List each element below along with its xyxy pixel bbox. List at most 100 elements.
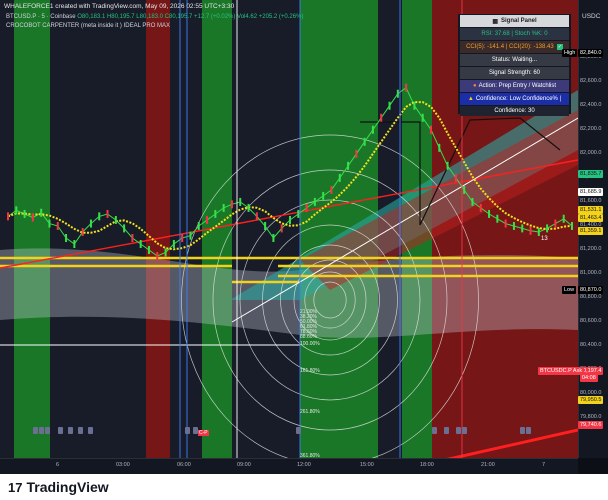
chart-title: WHALEFORCE1 created with TradingView.com…: [4, 3, 235, 10]
price-candle: [89, 219, 92, 228]
y-tick-label: 81,200.0: [580, 246, 602, 253]
event-chip: [78, 427, 83, 434]
price-candle: [446, 161, 449, 170]
price-candle: [571, 221, 573, 230]
indicator-name[interactable]: CROCOBOT CARPENTER (meta inside it ) IDE…: [6, 23, 170, 29]
y-tick-label: 82,400.0: [580, 101, 602, 108]
price-candle: [56, 221, 59, 230]
symbol-ohlc-line: BTCUSD.P · 5 · Coinbase O80,183.1 H80,19…: [6, 14, 303, 20]
price-candle: [371, 125, 374, 134]
price-candle: [504, 219, 507, 228]
y-tick-label: 81,600.0: [580, 197, 602, 204]
signal-panel-title: ▦ Signal Panel: [460, 15, 569, 27]
price-candle: [347, 161, 350, 170]
ohlc-values: O80,183.1 H80,195.7 L80,183.0 C80,195.7 …: [77, 14, 304, 20]
cci-row: CCI(5): -141.4 | CCI(20): -138.43 ✓: [460, 41, 569, 53]
x-tick-label: 6: [56, 462, 60, 468]
price-candle: [197, 221, 200, 230]
marker-count: 13: [541, 236, 548, 242]
price-candle: [131, 234, 134, 242]
price-candle: [148, 246, 150, 255]
event-chip: [45, 427, 50, 434]
price-candle: [139, 240, 142, 249]
price-candle: [255, 212, 258, 221]
price-candle: [537, 227, 540, 236]
rsi-row: RSI: 37.68 | Stoch %K: 0: [460, 28, 569, 40]
side-label: Low: [562, 285, 577, 294]
price-candle: [322, 191, 325, 200]
y-tick-label: 80,400.0: [580, 342, 602, 349]
event-chip: [185, 427, 190, 434]
x-tick-label: 7: [542, 462, 546, 468]
price-candle: [114, 215, 117, 224]
zone-band: [170, 0, 202, 458]
price-candle: [181, 234, 184, 242]
symbol-name[interactable]: BTCUSD.P · 5 · Coinbase: [6, 14, 76, 20]
price-candle: [330, 185, 333, 194]
tv-logo-icon: 17: [8, 479, 23, 495]
price-candle: [355, 149, 358, 158]
price-candle: [239, 197, 242, 206]
price-candle: [313, 197, 316, 206]
y-tick-label: 80,600.0: [580, 318, 602, 325]
currency-label[interactable]: USDC: [582, 13, 600, 20]
price-candle: [438, 143, 441, 152]
price-candle: [264, 221, 267, 230]
price-candle: [512, 221, 515, 230]
price-label: 81,531.1: [578, 206, 604, 215]
zone-band: [14, 0, 50, 458]
price-candle: [23, 209, 26, 218]
panel-icon: ▦: [492, 18, 498, 25]
fib-label: 88.60%: [300, 334, 317, 340]
x-tick-label: 21:00: [481, 462, 495, 468]
x-tick-label: 03:00: [116, 462, 130, 468]
signal-panel: ▦ Signal Panel RSI: 37.68 | Stoch %K: 0 …: [458, 14, 571, 116]
price-label: 81,685.9: [578, 187, 604, 196]
zone-band: [0, 0, 14, 458]
fib-label: 361.80%: [300, 453, 320, 459]
price-candle: [488, 209, 491, 218]
price-candle: [421, 113, 424, 122]
x-tick-label: 06:00: [177, 462, 191, 468]
event-chip: [462, 427, 467, 434]
price-candle: [562, 214, 565, 223]
price-label: 79,950.5: [578, 396, 604, 405]
tradingview-logo[interactable]: 17 TradingView: [8, 479, 109, 495]
fib-label: 100.00%: [300, 341, 320, 347]
event-chip: [520, 427, 525, 434]
y-tick-label: 82,600.0: [580, 77, 602, 84]
price-candle: [297, 209, 300, 218]
price-candle: [123, 224, 126, 233]
price-candle: [479, 203, 482, 212]
price-candle: [430, 125, 432, 134]
price-candle: [338, 173, 341, 182]
price-candle: [463, 185, 466, 194]
x-tick-label: 18:00: [420, 462, 434, 468]
price-candle: [363, 137, 366, 146]
price-candle: [380, 113, 383, 122]
price-candle: [31, 213, 34, 222]
event-chip: [526, 427, 531, 434]
zone-band: [50, 0, 90, 458]
event-chip: [296, 427, 301, 434]
price-candle: [454, 173, 457, 182]
y-tick-label: 81,000.0: [580, 270, 602, 277]
warning-icon: ▲: [467, 96, 474, 102]
event-chip: [39, 427, 44, 434]
event-chip: [432, 427, 437, 434]
price-candle: [222, 203, 225, 212]
price-candle: [15, 206, 18, 215]
event-chip: [68, 427, 73, 434]
price-candle: [40, 208, 43, 217]
price-candle: [546, 224, 549, 233]
price-candle: [189, 231, 192, 240]
event-marker[interactable]: C-P: [198, 430, 209, 436]
event-chip: [88, 427, 93, 434]
y-tick-label: 80,800.0: [580, 294, 602, 301]
zone-band: [90, 0, 146, 458]
x-tick-label: 12:00: [297, 462, 311, 468]
price-candle: [496, 214, 499, 223]
confidence-row: Confidence: 30: [460, 106, 569, 116]
price-candle: [521, 224, 524, 233]
price-candle: [529, 226, 532, 235]
